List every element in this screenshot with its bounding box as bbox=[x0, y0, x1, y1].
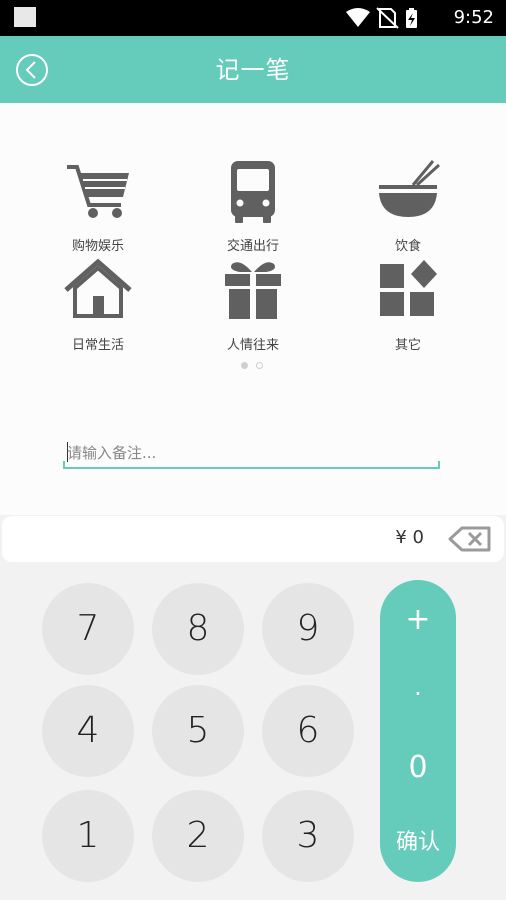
notification-icon bbox=[14, 7, 36, 27]
page-indicator bbox=[241, 362, 267, 370]
key-7[interactable]: 7 bbox=[42, 583, 134, 675]
category-social[interactable]: 人情往来 bbox=[193, 258, 313, 354]
confirm-button[interactable]: 确认 bbox=[380, 828, 456, 858]
key-dot[interactable]: . bbox=[380, 672, 456, 702]
category-shopping[interactable]: 购物娱乐 bbox=[38, 159, 158, 255]
key-6[interactable]: 6 bbox=[262, 685, 354, 777]
category-panel: 购物娱乐 交通出行 饮食 日常生活 人情往来 其它 请输入备注... bbox=[0, 103, 506, 515]
page-dot bbox=[256, 362, 263, 369]
page-title: 记一笔 bbox=[215, 56, 291, 84]
status-time: 9:52 bbox=[453, 7, 494, 28]
category-label: 其它 bbox=[394, 338, 421, 353]
wifi-icon bbox=[346, 8, 370, 27]
category-label: 人情往来 bbox=[226, 338, 279, 353]
amount-bar: ¥ 0 bbox=[2, 516, 504, 562]
category-label: 交通出行 bbox=[226, 239, 279, 254]
status-bar: 9:52 bbox=[0, 0, 506, 36]
category-transport[interactable]: 交通出行 bbox=[193, 159, 313, 255]
key-4[interactable]: 4 bbox=[42, 685, 134, 777]
shopping-cart-icon bbox=[67, 165, 129, 218]
key-plus[interactable]: + bbox=[380, 600, 456, 640]
key-5[interactable]: 5 bbox=[152, 685, 244, 777]
key-9[interactable]: 9 bbox=[262, 583, 354, 675]
food-bowl-icon bbox=[379, 160, 441, 217]
gift-icon bbox=[225, 262, 281, 319]
page-dot-active bbox=[241, 362, 248, 369]
category-label: 日常生活 bbox=[71, 338, 124, 353]
backspace-icon bbox=[448, 526, 491, 552]
note-input[interactable] bbox=[67, 441, 427, 465]
key-2[interactable]: 2 bbox=[152, 790, 244, 882]
battery-icon bbox=[406, 8, 417, 28]
delete-button[interactable] bbox=[448, 526, 492, 552]
category-other[interactable]: 其它 bbox=[348, 258, 468, 354]
category-daily-life[interactable]: 日常生活 bbox=[38, 258, 158, 354]
bus-icon bbox=[231, 161, 275, 223]
other-grid-icon bbox=[380, 260, 437, 316]
amount-display: ¥ 0 bbox=[395, 527, 424, 548]
note-field[interactable] bbox=[63, 439, 440, 469]
key-0[interactable]: 0 bbox=[380, 748, 456, 788]
key-1[interactable]: 1 bbox=[42, 790, 134, 882]
house-icon bbox=[64, 258, 132, 318]
key-8[interactable]: 8 bbox=[152, 583, 244, 675]
app-bar: 记一笔 bbox=[0, 36, 506, 103]
category-label: 饮食 bbox=[394, 239, 421, 254]
key-3[interactable]: 3 bbox=[262, 790, 354, 882]
category-label: 购物娱乐 bbox=[71, 239, 124, 254]
category-food[interactable]: 饮食 bbox=[348, 159, 468, 255]
keypad-side-column: + . 0 确认 bbox=[380, 580, 456, 882]
status-icons bbox=[346, 7, 417, 29]
no-sim-icon bbox=[376, 7, 399, 29]
